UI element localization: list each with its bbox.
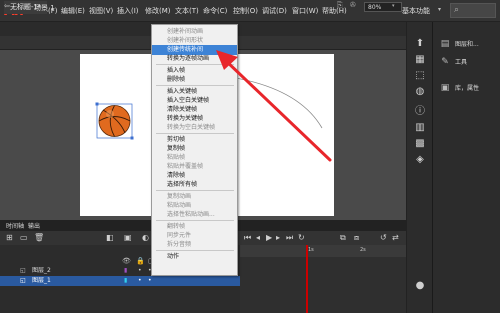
first-frame-icon[interactable]: ⏮ bbox=[244, 233, 251, 243]
prev-frame-icon[interactable]: ◂ bbox=[256, 233, 260, 242]
last-frame-icon[interactable]: ⏭ bbox=[286, 233, 293, 243]
play-icon[interactable]: ▶ bbox=[266, 233, 272, 242]
context-menu-item[interactable]: 删除帧 bbox=[152, 75, 237, 85]
menu-insert[interactable]: 插入(I) bbox=[117, 6, 139, 16]
library-panel-tab[interactable]: ▣ 库，属性 bbox=[439, 82, 479, 94]
menu-separator bbox=[156, 133, 234, 134]
new-layer-icon[interactable]: ⊞ bbox=[6, 233, 13, 242]
layer-lock-icon[interactable]: ▣ bbox=[124, 233, 132, 242]
color-icon[interactable]: ◍ bbox=[414, 86, 426, 98]
eye-icon[interactable]: 👁 bbox=[122, 257, 131, 265]
selection-tool-icon[interactable]: ⬆ bbox=[414, 38, 426, 50]
layers-panel-tab[interactable]: ▤ 图层和... bbox=[439, 38, 479, 50]
menu-debug[interactable]: 调试(D) bbox=[262, 6, 287, 16]
layer-name: 图层_2 bbox=[32, 267, 51, 274]
edit-multiple-frames-icon[interactable]: ⧈ bbox=[354, 233, 359, 243]
timeline-ruler[interactable]: 1s 2s bbox=[240, 245, 406, 257]
ink-icon[interactable]: ● bbox=[414, 280, 426, 292]
basketball-icon[interactable] bbox=[95, 102, 134, 140]
lock-icon[interactable]: 🔒 bbox=[136, 257, 145, 265]
frame-context-menu: 创建补间动画 创建补间形状 创建传统补间 转换为逐帧动画 插入帧 删除帧 插入关键帧 插入空白… bbox=[151, 24, 238, 276]
tab-output[interactable]: 输出 bbox=[28, 221, 40, 230]
next-frame-icon[interactable]: ▸ bbox=[276, 233, 280, 242]
menu-text[interactable]: 文本(T) bbox=[175, 6, 199, 16]
delete-layer-icon[interactable]: 🗑 bbox=[34, 233, 44, 242]
menu-help[interactable]: 帮助(H) bbox=[322, 6, 347, 16]
scene-label: 场景 1 bbox=[34, 4, 55, 12]
transform-icon[interactable]: ⬚ bbox=[414, 70, 426, 82]
search-input[interactable]: ⌕ bbox=[450, 3, 496, 18]
context-menu-item[interactable]: 动作 bbox=[152, 252, 237, 262]
tools-panel-tab[interactable]: ✎ 工具 bbox=[439, 56, 467, 68]
chevron-down-icon[interactable]: ▾ bbox=[438, 6, 441, 13]
context-menu-item: 选择性粘贴动画... bbox=[167, 211, 215, 218]
menu-edit[interactable]: 编辑(E) bbox=[61, 6, 85, 16]
scale-frames-icon[interactable]: ⇄ bbox=[392, 233, 399, 242]
ruler-label-1s: 1s bbox=[308, 247, 314, 253]
menu-window[interactable]: 窗口(W) bbox=[292, 6, 318, 16]
frame-grid[interactable] bbox=[240, 257, 406, 313]
center-frame-icon[interactable]: ↺ bbox=[380, 233, 387, 242]
edit-scene-icon[interactable]: ⎘ bbox=[337, 1, 343, 10]
menu-control[interactable]: 控制(O) bbox=[233, 6, 258, 16]
context-menu-item: 拆分音频 bbox=[167, 241, 192, 248]
tools-icon: ✎ bbox=[441, 57, 449, 67]
layer-tool-icon[interactable]: ◧ bbox=[106, 233, 114, 242]
new-folder-icon[interactable]: ▭ bbox=[20, 233, 28, 242]
layer-icon: ◱ bbox=[20, 277, 26, 284]
menu-modify[interactable]: 修改(M) bbox=[145, 6, 171, 16]
chevron-down-icon[interactable]: ▾ bbox=[392, 3, 395, 9]
menu-separator bbox=[156, 220, 234, 221]
context-menu-item[interactable]: 选择所有帧 bbox=[152, 180, 237, 190]
panel-dock: ▤ 图层和... ✎ 工具 ▣ 库，属性 bbox=[432, 22, 500, 313]
workspace-switcher[interactable]: 基本功能 bbox=[402, 6, 430, 16]
menu-separator bbox=[156, 85, 234, 86]
layer-color-icon: ▮ bbox=[124, 267, 128, 274]
context-menu-item: 转换为空白关键帧 bbox=[167, 124, 216, 131]
visibility-dot-icon[interactable]: • bbox=[138, 276, 142, 286]
swatches-icon[interactable]: ▩ bbox=[414, 138, 426, 150]
menu-commands[interactable]: 命令(C) bbox=[203, 6, 227, 16]
back-arrow-icon[interactable]: ⇦ bbox=[4, 2, 10, 10]
scene-icon: ▤ bbox=[22, 2, 29, 10]
tools-strip: ⬆ ▦ ⬚ ◍ ⓘ ▥ ▩ ◈ ● bbox=[406, 22, 432, 313]
menu-separator bbox=[156, 190, 234, 191]
layer-name: 图层_1 bbox=[32, 277, 51, 284]
align-icon[interactable]: ▥ bbox=[414, 122, 426, 134]
ruler-label-2s: 2s bbox=[360, 247, 366, 253]
context-menu-item[interactable]: 转换为逐帧动画 bbox=[152, 54, 237, 64]
playhead[interactable] bbox=[306, 245, 308, 313]
layer-color-icon: ▮ bbox=[124, 277, 128, 284]
tab-timeline[interactable]: 时间轴 bbox=[6, 221, 24, 230]
components-icon[interactable]: ◈ bbox=[414, 154, 426, 166]
motion-path bbox=[235, 77, 323, 129]
panel-icon[interactable]: ▦ bbox=[414, 54, 426, 66]
onion-skin-icon[interactable]: ⧉ bbox=[340, 233, 346, 243]
loop-icon[interactable]: ↻ bbox=[298, 233, 305, 242]
visibility-dot-icon[interactable]: • bbox=[138, 266, 142, 276]
info-icon[interactable]: ⓘ bbox=[414, 106, 426, 118]
outline-icon[interactable]: ◐ bbox=[142, 233, 149, 242]
menu-separator bbox=[156, 64, 234, 65]
lock-dot-icon[interactable]: • bbox=[148, 276, 152, 286]
zoom-select[interactable]: 80% bbox=[364, 2, 402, 12]
menu-separator bbox=[156, 250, 234, 251]
edit-symbol-icon[interactable]: ✇ bbox=[350, 1, 356, 9]
layer-row-selected[interactable]: ◱ 图层_1 ▮ • • bbox=[0, 276, 240, 286]
menu-view[interactable]: 视图(V) bbox=[89, 6, 113, 16]
layers-icon: ▤ bbox=[440, 39, 450, 49]
search-icon: ⌕ bbox=[454, 5, 460, 15]
library-icon: ▣ bbox=[440, 83, 450, 93]
layer-icon: ◱ bbox=[20, 267, 26, 274]
